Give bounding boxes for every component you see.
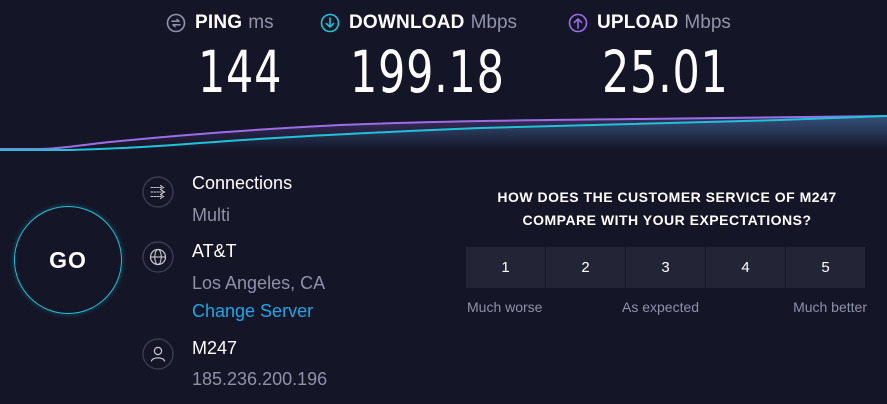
upload-arrow-icon <box>568 13 588 33</box>
go-button[interactable]: GO <box>14 206 122 314</box>
survey-question: HOW DOES THE CUSTOMER SERVICE OF M247 CO… <box>466 186 868 232</box>
download-header: DOWNLOAD Mbps <box>320 10 517 36</box>
ip-address: 185.236.200.196 <box>192 369 328 389</box>
ping-icon <box>166 13 186 33</box>
rating-label-mid: As expected <box>622 299 700 315</box>
rating-option-2[interactable]: 2 <box>546 247 625 288</box>
change-server-link[interactable]: Change Server <box>192 301 313 322</box>
connections-title: Connections <box>192 173 293 193</box>
ping-value: 144 <box>198 38 283 106</box>
server-name: AT&T <box>192 241 237 261</box>
upload-unit: Mbps <box>684 12 731 33</box>
server-location: Los Angeles, CA <box>192 273 326 293</box>
download-unit: Mbps <box>470 12 518 33</box>
ping-label: PING <box>195 12 243 33</box>
rating-label-low: Much worse <box>467 299 543 315</box>
rating-option-4[interactable]: 4 <box>706 247 785 288</box>
download-arrow-icon <box>320 13 340 33</box>
upload-label: UPLOAD <box>597 12 679 33</box>
rating-scale: 1 2 3 4 5 <box>466 247 865 288</box>
survey-question-line-1: HOW DOES THE CUSTOMER SERVICE OF M247 <box>497 189 837 205</box>
rating-option-1[interactable]: 1 <box>466 247 545 288</box>
upload-metric: UPLOAD Mbps 25.01 <box>568 10 731 104</box>
download-label: DOWNLOAD <box>349 12 465 33</box>
download-value: 199.18 <box>350 38 505 106</box>
upload-header: UPLOAD Mbps <box>568 10 731 36</box>
download-metric: DOWNLOAD Mbps 199.18 <box>320 10 517 104</box>
rating-label-high: Much better <box>793 299 867 315</box>
user-icon <box>142 338 174 370</box>
ping-metric: PING ms 144 <box>166 10 281 104</box>
isp-name: M247 <box>192 338 238 358</box>
upload-value: 25.01 <box>602 38 729 106</box>
connections-value: Multi <box>192 205 231 225</box>
globe-icon <box>142 241 174 273</box>
connections-icon <box>142 176 174 208</box>
survey-question-line-2: COMPARE WITH YOUR EXPECTATIONS? <box>522 212 812 228</box>
speed-graph <box>0 115 887 151</box>
ping-unit: ms <box>248 12 274 33</box>
ping-header: PING ms <box>166 10 274 36</box>
rating-option-5[interactable]: 5 <box>786 247 865 288</box>
rating-option-3[interactable]: 3 <box>626 247 705 288</box>
